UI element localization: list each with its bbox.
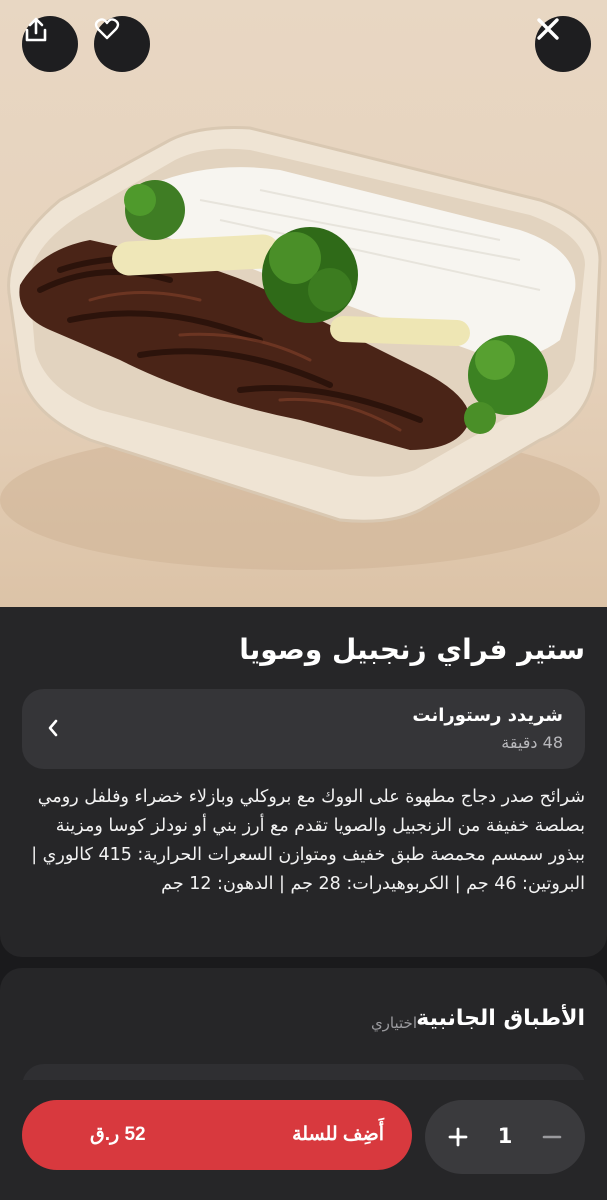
quantity-stepper: 1 — [425, 1100, 585, 1174]
add-to-cart-button[interactable]: أَضِف للسلة 52 ر.ق — [22, 1100, 412, 1170]
dish-title: ستير فراي زنجبيل وصويا — [239, 633, 585, 666]
share-icon — [25, 17, 47, 42]
restaurant-card[interactable]: شريدد رستورانت 48 دقيقة — [22, 689, 585, 769]
share-button[interactable] — [22, 16, 78, 72]
optional-label: اختياري — [370, 1014, 417, 1032]
heart-icon — [94, 18, 120, 40]
side-dishes-title: الأطباق الجانبية — [416, 1006, 585, 1031]
price-label: 52 ر.ق — [90, 1124, 146, 1145]
dish-photo — [0, 0, 607, 607]
delivery-time: 48 دقيقة — [501, 733, 563, 752]
plus-icon — [448, 1127, 468, 1147]
dish-description: شرائح صدر دجاج مطهوة على الووك مع بروكلي… — [31, 787, 585, 894]
chevron-left-icon — [48, 719, 58, 737]
increase-quantity-button[interactable] — [443, 1122, 473, 1152]
dish-illustration — [0, 126, 602, 570]
add-to-cart-label: أَضِف للسلة — [292, 1124, 384, 1145]
restaurant-name: شريدد رستورانت — [412, 705, 563, 726]
close-icon — [537, 18, 559, 40]
favorite-button[interactable] — [94, 16, 150, 72]
bottom-action-bar: أَضِف للسلة 52 ر.ق 1 — [0, 1080, 607, 1200]
dish-details-panel: ستير فراي زنجبيل وصويا شريدد رستورانت 48… — [0, 607, 607, 957]
close-button[interactable] — [535, 16, 591, 72]
